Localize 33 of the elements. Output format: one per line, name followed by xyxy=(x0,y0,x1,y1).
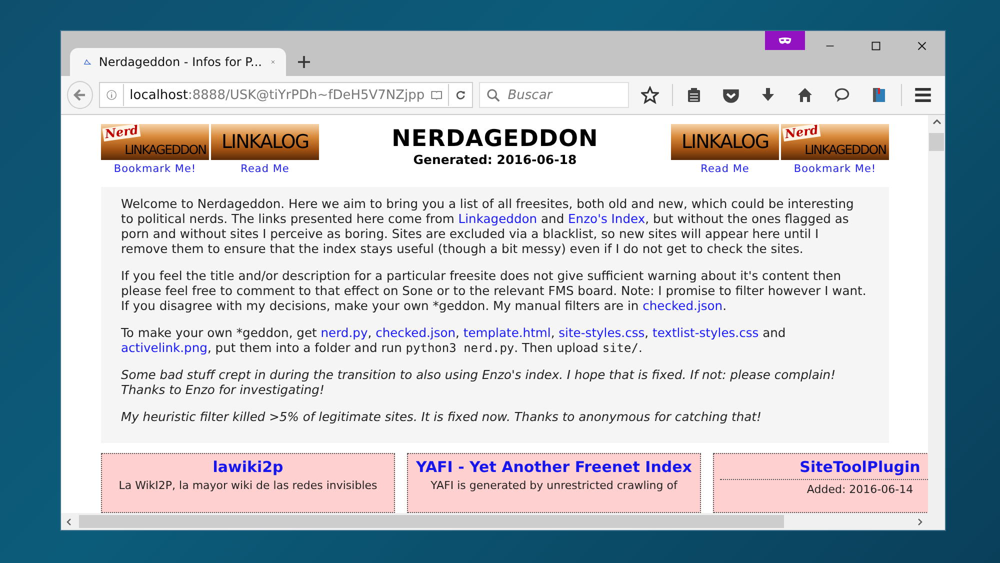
search-field[interactable]: Buscar xyxy=(478,82,629,108)
caption-link[interactable]: Bookmark Me! xyxy=(794,163,876,175)
added-date: Added: 2016-06-14 xyxy=(806,483,914,496)
site-title-link[interactable]: lawiki2p xyxy=(212,458,284,476)
text-link[interactable]: Enzo's Index xyxy=(568,212,646,226)
caption-link[interactable]: Read Me xyxy=(240,163,290,175)
banner-image[interactable]: LINKAGEDDON Nerd xyxy=(101,124,209,160)
text-link[interactable]: nerd.py xyxy=(320,326,368,340)
text-link[interactable]: checked.json xyxy=(642,299,723,313)
page-title: NERDAGEDDON xyxy=(392,126,598,152)
text-link[interactable]: site-styles.css xyxy=(558,326,645,340)
browser-tab[interactable]: Nerdageddon - Infos for P... xyxy=(70,48,286,76)
text-link[interactable]: Linkageddon xyxy=(458,212,538,226)
site-description: YAFI is generated by unrestricted crawling of xyxy=(430,479,678,492)
text-link[interactable]: textlist-styles.css xyxy=(652,326,759,340)
banner-image[interactable]: LINKALOG xyxy=(211,124,319,160)
intro-paragraph: My heuristic filter killed >5% of legitimate sites. It is fixed now. Thanks to anonymous for catching that! xyxy=(121,410,762,425)
intro-paragraph: Some bad stuff crept in during the transition to also using Enzo's index. I hope that is fixed. If not: please complain! Thanks to Enzo for investigating! xyxy=(121,368,836,398)
text-link[interactable]: template.html xyxy=(463,326,551,340)
site-description: La WikI2P, la mayor wiki de las redes invisibles xyxy=(118,479,378,492)
caption-link[interactable]: Bookmark Me! xyxy=(114,163,196,175)
banner-image[interactable]: LINKAGEDDON Nerd xyxy=(781,124,889,160)
caption-link[interactable]: Read Me xyxy=(700,163,750,175)
text-link[interactable]: checked.json xyxy=(376,326,456,340)
generated-date: Generated: 2016-06-18 xyxy=(413,152,577,167)
site-title-link[interactable]: SiteToolPlugin xyxy=(800,458,920,476)
intro-paragraph: If you feel the title and/or description for a particular freesite does not give sufficient warning about it's content then please feel free to comment to that effect on Sone or to the relevant FMS board. Note: I promise to filter however I want. If you disagree with my decisions, make your own *geddon. My manual filters are in checked.json. xyxy=(121,269,868,314)
text-link[interactable]: activelink.png xyxy=(121,341,208,355)
banner-image[interactable]: LINKALOG xyxy=(671,124,779,160)
intro-paragraph: To make your own *geddon, get nerd.py, checked.json, template.html, site-styles.css, textlist-styles.css and activelink.png, put them into a folder and run python3 nerd.py. Then upload site/. xyxy=(121,326,787,356)
intro-paragraph: Welcome to Nerdageddon. Here we aim to bring you a list of all freesites, both old and new, which could be interesting to political nerds. The links presented here come from Linkageddon and Enzo's Index, but without the ones flagged as porn and without sites I perceive as boring. Sites are excluded via a blacklist, so new sites will appear here until I remove them to ensure that the index stays useful (though a bit messy) even if I do not get to check the sites. xyxy=(121,197,855,257)
site-title-link[interactable]: YAFI - Yet Another Freenet Index xyxy=(416,458,692,476)
address-bar[interactable]: localhost:8888/USK@tiYrPDh~fDeH5V7NZjpp xyxy=(98,82,473,108)
